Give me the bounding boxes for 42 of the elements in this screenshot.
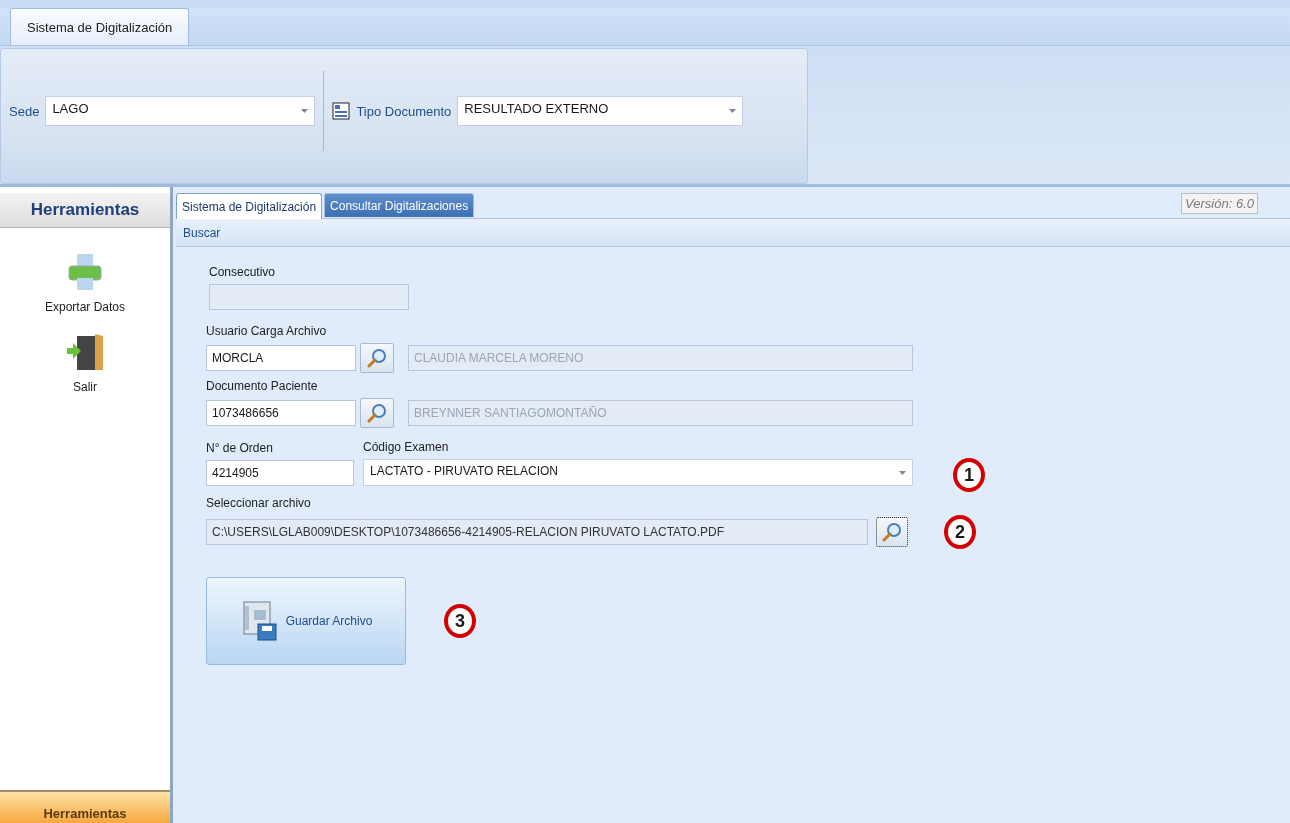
printer-icon (65, 252, 105, 292)
magnifier-icon (367, 403, 387, 423)
field-label: Código Examen (363, 440, 450, 454)
sidebar-item[interactable]: Exportar Datos (42, 250, 127, 316)
callout-marker: 2 (944, 515, 976, 549)
caret-icon (301, 109, 309, 113)
magnifier-icon (367, 348, 387, 368)
tab[interactable]: Sistema de Digitalización (176, 193, 323, 219)
field-label: Documento Paciente (206, 379, 319, 393)
callout-marker: 1 (953, 458, 985, 492)
ribbon-tab[interactable]: Sistema de Digitalización (10, 8, 190, 45)
search-button[interactable] (360, 398, 394, 428)
version-label: Versión: 6.0 (1181, 193, 1258, 214)
field-label: Usuario Carga Archivo (206, 324, 328, 338)
field-label: N° de Orden (206, 441, 274, 455)
tab[interactable]: Consultar Digitalizaciones (324, 193, 475, 217)
dropdown[interactable]: RESULTADO EXTERNO (457, 96, 744, 126)
file-path-field: C:\USERS\LGLAB009\DESKTOP\1073486656-4214905-RELACION PIRUVATO LACTATO.PDF (206, 519, 868, 545)
sidebar-footer-tab[interactable]: Herramientas (0, 790, 170, 823)
field-label: Consecutivo (208, 265, 277, 279)
section-header: Buscar (176, 219, 1290, 247)
magnifier-icon (882, 522, 902, 542)
dropdown[interactable]: LAGO (45, 96, 316, 126)
field-label: Tipo Documento (356, 103, 452, 119)
input-field[interactable]: 4214905 (206, 460, 354, 486)
form-icon (332, 102, 351, 120)
search-button[interactable] (360, 343, 394, 373)
name-field: CLAUDIA MARCELA MORENO (408, 345, 913, 371)
name-field: BREYNNER SANTIAGOMONTAÑO (408, 400, 913, 426)
save-button[interactable]: Guardar Archivo (206, 577, 406, 665)
sidebar-item[interactable]: Salir (63, 330, 107, 396)
exit-door-icon (65, 332, 105, 372)
input-field[interactable]: 1073486656 (206, 400, 356, 426)
dropdown[interactable]: LACTATO - PIRUVATO RELACION (363, 459, 913, 486)
callout-marker: 3 (444, 604, 476, 638)
field-label: Seleccionar archivo (206, 496, 312, 510)
browse-button[interactable] (876, 517, 908, 547)
field-label: Sede (9, 103, 40, 119)
sidebar-header: Herramientas (0, 193, 170, 228)
caret-icon (729, 109, 737, 113)
caret-icon (899, 470, 906, 475)
input-field[interactable]: MORCLA (206, 345, 356, 371)
